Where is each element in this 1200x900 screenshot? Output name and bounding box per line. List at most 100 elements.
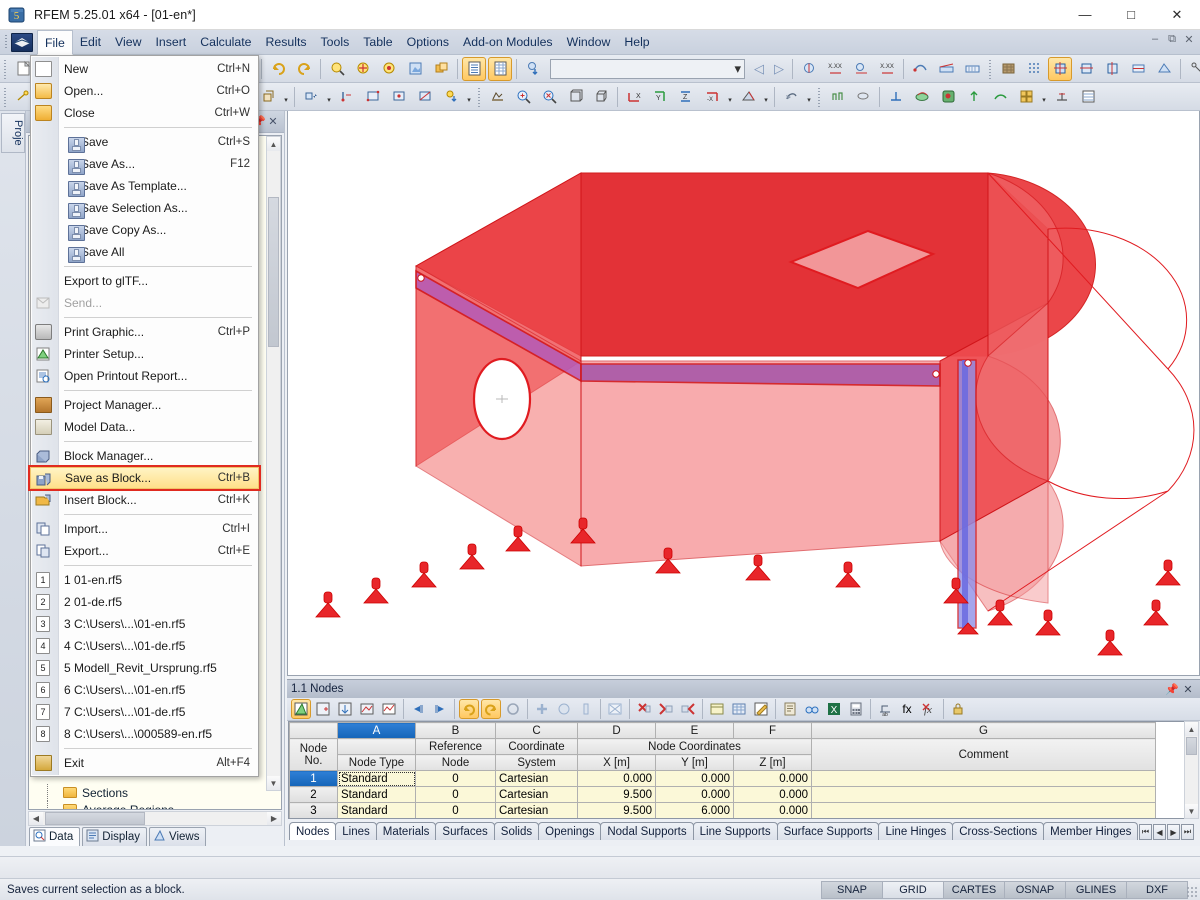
edit-table-icon[interactable] xyxy=(291,699,311,719)
load-wizard-icon[interactable] xyxy=(521,57,545,81)
fx-clear-icon[interactable]: fx xyxy=(919,699,939,719)
zoom-out-icon[interactable] xyxy=(537,85,561,109)
pan-icon[interactable] xyxy=(429,57,453,81)
cell-comment[interactable] xyxy=(811,802,1156,818)
table-row[interactable]: 2 Standard 0 Cartesian 9.500 0.000 0.000 xyxy=(289,786,1156,803)
zoom-window-icon[interactable] xyxy=(325,57,349,81)
menu-item-close[interactable]: Close Ctrl+W xyxy=(31,102,258,124)
column-letter-b[interactable]: B xyxy=(415,722,496,739)
cell-comment[interactable] xyxy=(811,786,1156,803)
nav-next-button[interactable]: ▷ xyxy=(769,61,789,77)
calculator-icon[interactable] xyxy=(846,699,866,719)
status-snap-toggle[interactable]: SNAP xyxy=(821,880,883,899)
line-support-icon[interactable] xyxy=(335,85,359,109)
status-dxf-toggle[interactable]: DXF xyxy=(1126,880,1188,899)
row-number[interactable]: 2 xyxy=(289,786,338,803)
refresh-icon[interactable] xyxy=(503,699,523,719)
info-icon[interactable] xyxy=(576,699,596,719)
redo-icon[interactable] xyxy=(481,699,501,719)
tree-item-average-regions[interactable]: Average Regions xyxy=(29,801,281,809)
menu-item-new[interactable]: New Ctrl+N xyxy=(31,58,258,80)
diagram-icon[interactable] xyxy=(379,699,399,719)
table-tab-nodes[interactable]: Nodes xyxy=(289,822,337,840)
table-tab-solids[interactable]: Solids xyxy=(493,822,540,840)
mesh-settings-icon[interactable] xyxy=(485,85,509,109)
axis-y-icon[interactable]: Y xyxy=(648,85,672,109)
menu-tools[interactable]: Tools xyxy=(314,31,357,54)
load-case-combo[interactable]: ▾ xyxy=(550,58,745,79)
cell-reference-node[interactable]: 0 xyxy=(415,770,496,787)
menu-item-insert-block[interactable]: Insert Block... Ctrl+K xyxy=(31,489,258,511)
menu-item-exit[interactable]: Exit Alt+F4 xyxy=(31,752,258,774)
mdi-close-button[interactable]: ✕ xyxy=(1182,33,1196,46)
render-mode-icon[interactable] xyxy=(736,85,760,109)
menu-item-recent-4[interactable]: 4 4 C:\Users\...\01-de.rf5 xyxy=(31,635,258,657)
nodal-support-icon[interactable] xyxy=(299,85,323,109)
mdi-minimize-button[interactable]: – xyxy=(1148,33,1162,46)
lock-icon[interactable] xyxy=(948,699,968,719)
scroll-down-icon[interactable]: ▼ xyxy=(1185,804,1198,818)
redo-icon[interactable] xyxy=(292,57,316,81)
cell-node-type[interactable]: Standard xyxy=(337,786,416,803)
row-number[interactable]: 3 xyxy=(289,802,338,818)
menu-help[interactable]: Help xyxy=(617,31,656,54)
menu-item-open[interactable]: Open... Ctrl+O xyxy=(31,80,258,102)
table-vertical-scrollbar[interactable]: ▲ ▼ xyxy=(1184,721,1199,819)
member-result-icon[interactable] xyxy=(825,85,849,109)
grid-view-icon[interactable] xyxy=(488,56,512,81)
solid-set-icon[interactable] xyxy=(256,85,280,109)
excel-icon[interactable]: X xyxy=(824,699,844,719)
panel-icon[interactable] xyxy=(1014,85,1038,109)
result-diagram-icon[interactable] xyxy=(849,57,873,81)
result-value-icon[interactable]: X.XX xyxy=(823,57,847,81)
cell-x[interactable]: 9.500 xyxy=(577,786,656,803)
menu-item-save-as[interactable]: Save As... F12 xyxy=(31,153,258,175)
table-tab-nodal-supports[interactable]: Nodal Supports xyxy=(600,822,694,840)
table-color-icon[interactable] xyxy=(707,699,727,719)
scroll-down-icon[interactable]: ▼ xyxy=(267,776,280,790)
result-label-icon[interactable]: X.XX xyxy=(875,57,899,81)
menu-item-open-printout-report[interactable]: Open Printout Report... xyxy=(31,365,258,387)
zoom-previous-icon[interactable] xyxy=(377,57,401,81)
column-letter-f[interactable]: F xyxy=(733,722,812,739)
menu-file[interactable]: File xyxy=(37,30,73,55)
view-cube-icon[interactable] xyxy=(563,85,587,109)
axis-dropdown-arrow[interactable]: ▾ xyxy=(725,85,735,109)
status-osnap-toggle[interactable]: OSNAP xyxy=(1004,880,1066,899)
surface-result-icon[interactable] xyxy=(851,85,875,109)
axis-x-icon[interactable]: X xyxy=(622,85,646,109)
mdi-restore-button[interactable]: ⧉ xyxy=(1165,33,1179,46)
cell-y[interactable]: 0.000 xyxy=(655,786,734,803)
pin-icon[interactable]: 📌 xyxy=(1164,683,1180,696)
menu-item-import[interactable]: Import... Ctrl+I xyxy=(31,518,258,540)
toolbar-grip-1[interactable] xyxy=(2,58,8,79)
table-tab-lines[interactable]: Lines xyxy=(335,822,377,840)
rotate-view-icon[interactable] xyxy=(779,85,803,109)
surface-support-icon[interactable] xyxy=(361,85,385,109)
menu-view[interactable]: View xyxy=(108,31,148,54)
menu-edit[interactable]: Edit xyxy=(73,31,108,54)
maximize-button[interactable]: □ xyxy=(1108,0,1154,30)
close-button[interactable]: ✕ xyxy=(1154,0,1200,30)
menu-item-recent-8[interactable]: 8 8 C:\Users\...\000589-en.rf5 xyxy=(31,723,258,745)
menu-results[interactable]: Results xyxy=(259,31,314,54)
table-tab-surfaces[interactable]: Surfaces xyxy=(435,822,495,840)
close-icon[interactable]: ✕ xyxy=(1180,683,1196,696)
column-letter-d[interactable]: D xyxy=(577,722,656,739)
column-letter-c[interactable]: C xyxy=(495,722,578,739)
menu-item-recent-6[interactable]: 6 6 C:\Users\...\01-en.rf5 xyxy=(31,679,258,701)
grid-corner[interactable] xyxy=(289,722,338,739)
table-tab-cross-sections[interactable]: Cross-Sections xyxy=(952,822,1045,840)
scroll-up-icon[interactable]: ▲ xyxy=(1185,722,1198,736)
menu-item-block-manager[interactable]: Block Manager... xyxy=(31,445,258,467)
settings-icon[interactable] xyxy=(357,699,377,719)
cell-z[interactable]: 0.000 xyxy=(733,802,812,818)
zoom-all-icon[interactable] xyxy=(351,57,375,81)
binocular-icon[interactable] xyxy=(802,699,822,719)
view-perspective-icon[interactable] xyxy=(589,85,613,109)
scroll-thumb-h[interactable] xyxy=(45,812,145,825)
table-tab-materials[interactable]: Materials xyxy=(375,822,437,840)
navigator-vertical-tab-project[interactable]: Proje xyxy=(1,113,25,153)
table-tab-openings[interactable]: Openings xyxy=(538,822,602,840)
tree-item-sections[interactable]: Sections xyxy=(29,784,281,801)
